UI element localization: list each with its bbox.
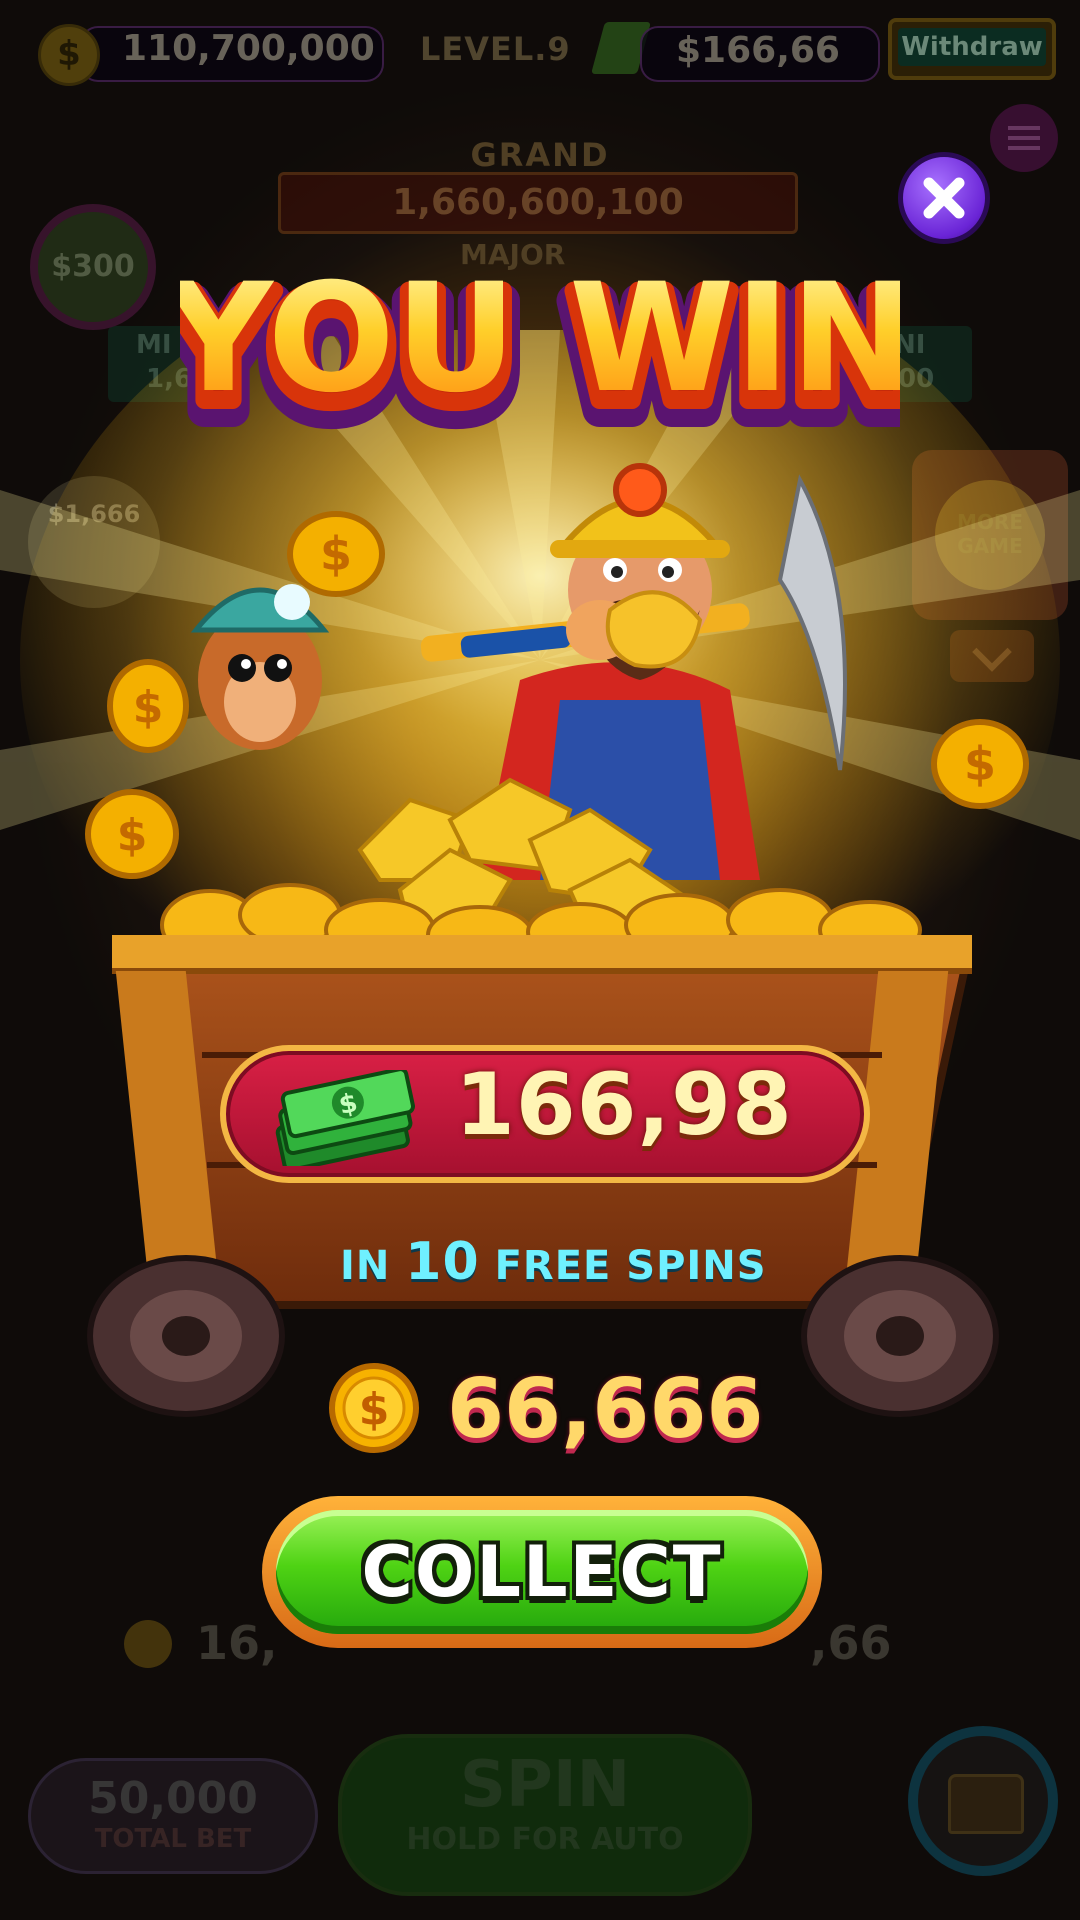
collect-button[interactable]: COLLECT — [262, 1496, 822, 1648]
cart-wheel-left — [87, 1255, 285, 1417]
svg-text:$: $ — [133, 682, 164, 733]
collect-button-face: COLLECT — [276, 1510, 808, 1634]
collect-label: COLLECT — [361, 1531, 723, 1613]
coin-icon: $ — [329, 1363, 419, 1453]
cash-win-amount: 166,98 — [455, 1055, 793, 1155]
coin-win-amount: 66,666 — [447, 1362, 764, 1457]
svg-text:$: $ — [117, 810, 148, 861]
spins-prefix: IN — [340, 1243, 406, 1289]
close-icon — [923, 177, 965, 219]
free-spins-text: IN 10 FREE SPINS — [340, 1232, 767, 1292]
spins-suffix: FREE SPINS — [479, 1243, 767, 1289]
cart-wheel-right — [801, 1255, 999, 1417]
spins-count: 10 — [405, 1232, 480, 1292]
svg-text:$: $ — [359, 1384, 390, 1435]
you-win-text: YOU WIN — [180, 252, 900, 426]
you-win-title: YOU WIN YOU WIN YOU WIN — [180, 252, 900, 450]
cash-stack-icon: $ — [275, 1070, 415, 1166]
close-button[interactable] — [898, 152, 990, 244]
